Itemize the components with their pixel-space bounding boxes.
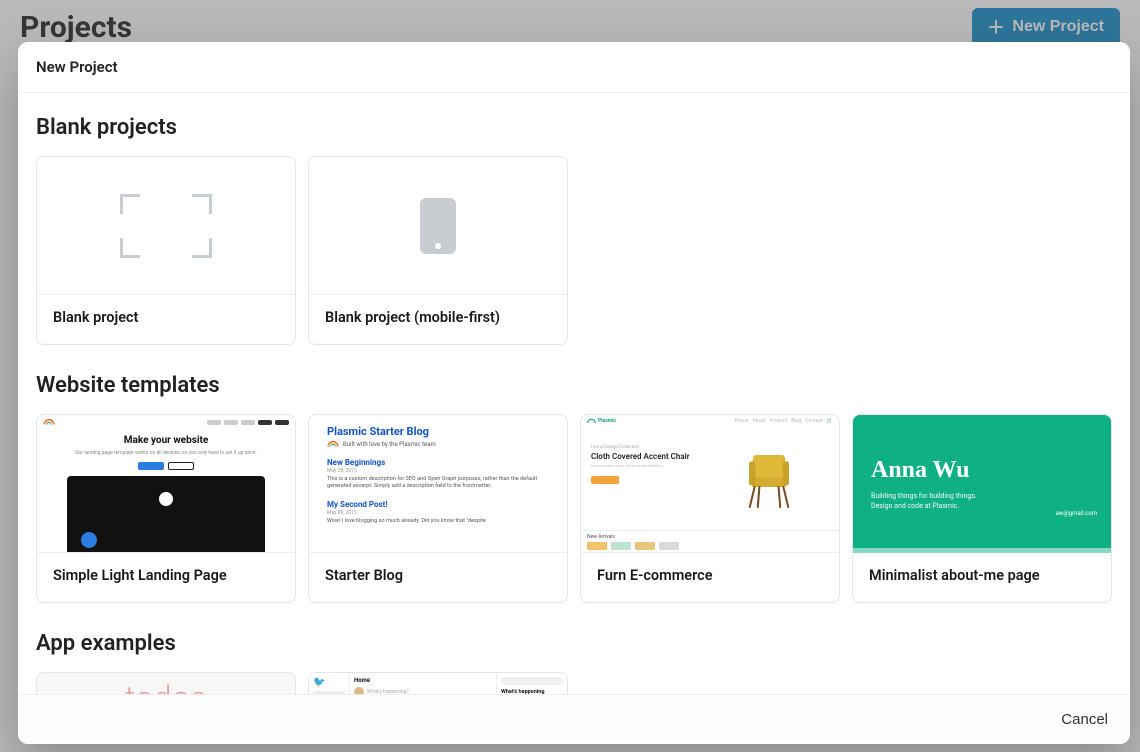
modal-footer: Cancel: [18, 694, 1130, 744]
template-card-blank[interactable]: Blank project: [36, 156, 296, 345]
template-card-landing[interactable]: Make your website Our landing page templ…: [36, 414, 296, 603]
phone-icon: [420, 198, 456, 254]
preview-product: Cloth Covered Accent Chair: [591, 452, 690, 461]
crop-frame-icon: [120, 194, 212, 258]
preview-post-title: New Beginnings: [327, 458, 549, 467]
preview-post-date: May 06, 2015: [327, 510, 549, 516]
preview-email: aw@gmail.com: [1056, 510, 1097, 517]
card-label: Blank project (mobile-first): [309, 295, 567, 344]
preview-section: New Arrivals: [587, 534, 833, 540]
preview-post-body: This is a custom description for SEO and…: [327, 476, 549, 490]
chair-icon: [729, 439, 809, 519]
card-label: Minimalist about-me page: [853, 553, 1111, 602]
preview-post-title: My Second Post!: [327, 500, 549, 509]
template-card-blank-mobile[interactable]: Blank project (mobile-first): [308, 156, 568, 345]
preview-todos-title: todos: [125, 679, 207, 694]
card-label: Simple Light Landing Page: [37, 553, 295, 602]
section-title-website: Website templates: [36, 373, 1112, 398]
preview-headline: Make your website: [37, 435, 295, 446]
preview-tagline: Building things for building things.: [871, 492, 1093, 502]
preview-post-body: Wow! I love blogging so much already. Di…: [327, 518, 549, 525]
card-label: Furn E-commerce: [581, 553, 839, 602]
card-label: Starter Blog: [309, 553, 567, 602]
card-thumb: 🐦 Home What's happening? What's happenin…: [309, 673, 567, 694]
cancel-button[interactable]: Cancel: [1061, 711, 1108, 728]
section-title-apps: App examples: [36, 631, 1112, 656]
preview-placeholder: What's happening?: [367, 689, 409, 694]
twitter-bird-icon: 🐦: [313, 677, 345, 688]
logo-icon: [43, 418, 55, 426]
logo-icon: [327, 440, 339, 448]
preview-blog-title: Plasmic Starter Blog: [327, 425, 549, 438]
card-thumb: todos: [37, 673, 295, 694]
new-project-modal: New Project Blank projects Blank project…: [18, 42, 1130, 744]
preview-collection-label: Home Design Collection: [591, 445, 690, 450]
section-title-blank: Blank projects: [36, 115, 1112, 140]
template-card-twitter[interactable]: 🐦 Home What's happening? What's happenin…: [308, 672, 568, 694]
card-thumb: [37, 157, 295, 295]
card-thumb: Make your website Our landing page templ…: [37, 415, 295, 553]
preview-blog-subtitle: Built with love by the Plasmic team: [343, 441, 436, 448]
card-label: Blank project: [37, 295, 295, 344]
modal-title: New Project: [18, 42, 1130, 93]
template-card-about-me[interactable]: Anna Wu Building things for building thi…: [852, 414, 1112, 603]
logo-icon: [587, 418, 596, 424]
preview-post-date: May 28, 2015: [327, 468, 549, 474]
card-thumb: Plasmic HomeAboutProductBlogContact🛒 Hom…: [581, 415, 839, 553]
card-thumb: Anna Wu Building things for building thi…: [853, 415, 1111, 553]
template-card-todos[interactable]: todos: [36, 672, 296, 694]
template-card-blog[interactable]: Plasmic Starter Blog Built with love by …: [308, 414, 568, 603]
card-thumb: Plasmic Starter Blog Built with love by …: [309, 415, 567, 553]
template-card-furn[interactable]: Plasmic HomeAboutProductBlogContact🛒 Hom…: [580, 414, 840, 603]
preview-brand: Plasmic: [598, 418, 616, 424]
preview-trending: What's happening: [501, 689, 563, 694]
card-thumb: [309, 157, 567, 295]
modal-body: Blank projects Blank project Blank proje…: [18, 93, 1130, 694]
preview-name: Anna Wu: [871, 457, 1093, 484]
preview-home: Home: [354, 677, 492, 684]
